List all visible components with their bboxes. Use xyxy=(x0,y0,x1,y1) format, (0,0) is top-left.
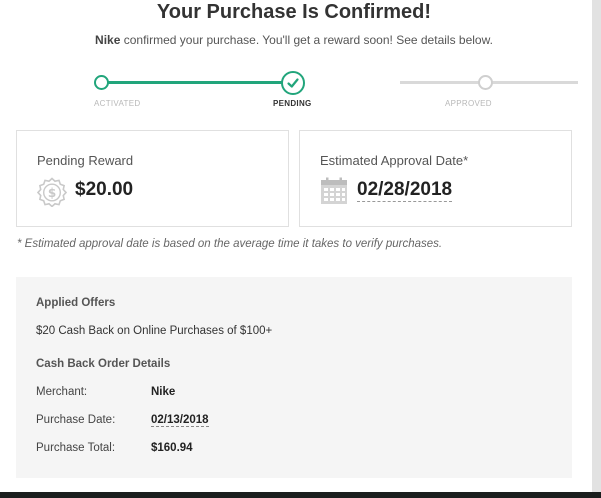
scrollbar-track[interactable] xyxy=(592,0,601,492)
page-title: Your Purchase Is Confirmed! xyxy=(156,1,432,23)
step-label-approved: APPROVED xyxy=(445,99,492,108)
purchase-date-label: Purchase Date: xyxy=(36,414,116,426)
order-details-title: Cash Back Order Details xyxy=(36,358,171,370)
step-approved-dot xyxy=(478,75,493,90)
approval-date-card: Estimated Approval Date* 02/28/2018 xyxy=(299,130,572,227)
step-activated-dot xyxy=(94,75,109,90)
step-label-pending: PENDING xyxy=(273,99,312,108)
calendar-icon xyxy=(320,177,348,210)
approval-date-label: Estimated Approval Date* xyxy=(320,153,469,168)
applied-offers-title: Applied Offers xyxy=(36,297,116,309)
page-subtitle: Nike confirmed your purchase. You'll get… xyxy=(0,33,588,47)
status-stepper: ACTIVATED PENDING APPROVED xyxy=(94,71,578,112)
confirmation-page: Your Purchase Is Confirmed! Nike confirm… xyxy=(0,0,592,492)
pending-reward-value: $20.00 xyxy=(75,179,134,200)
approval-date-value[interactable]: 02/28/2018 xyxy=(357,179,453,202)
subtitle-merchant: Nike xyxy=(95,33,121,47)
stepper-progress-line xyxy=(108,81,288,84)
approval-date-footnote: * Estimated approval date is based on th… xyxy=(17,238,443,250)
order-details-panel: Applied Offers $20 Cash Back on Online P… xyxy=(16,277,572,478)
check-icon xyxy=(287,78,299,88)
svg-text:$: $ xyxy=(48,186,56,200)
step-pending-dot xyxy=(281,71,305,95)
subtitle-text: confirmed your purchase. You'll get a re… xyxy=(123,33,493,47)
purchase-date-value[interactable]: 02/13/2018 xyxy=(151,414,209,427)
merchant-value: Nike xyxy=(151,386,176,398)
purchase-total-label: Purchase Total: xyxy=(36,442,116,454)
applied-offer-text: $20 Cash Back on Online Purchases of $10… xyxy=(36,325,273,337)
pending-reward-label: Pending Reward xyxy=(37,153,134,168)
purchase-total-value: $160.94 xyxy=(151,442,193,454)
pending-reward-card: Pending Reward $ $20.00 xyxy=(16,130,289,227)
step-label-activated: ACTIVATED xyxy=(94,99,141,108)
footer-bar xyxy=(0,492,601,498)
merchant-label: Merchant: xyxy=(36,386,88,398)
dollar-badge-icon: $ xyxy=(36,177,68,212)
